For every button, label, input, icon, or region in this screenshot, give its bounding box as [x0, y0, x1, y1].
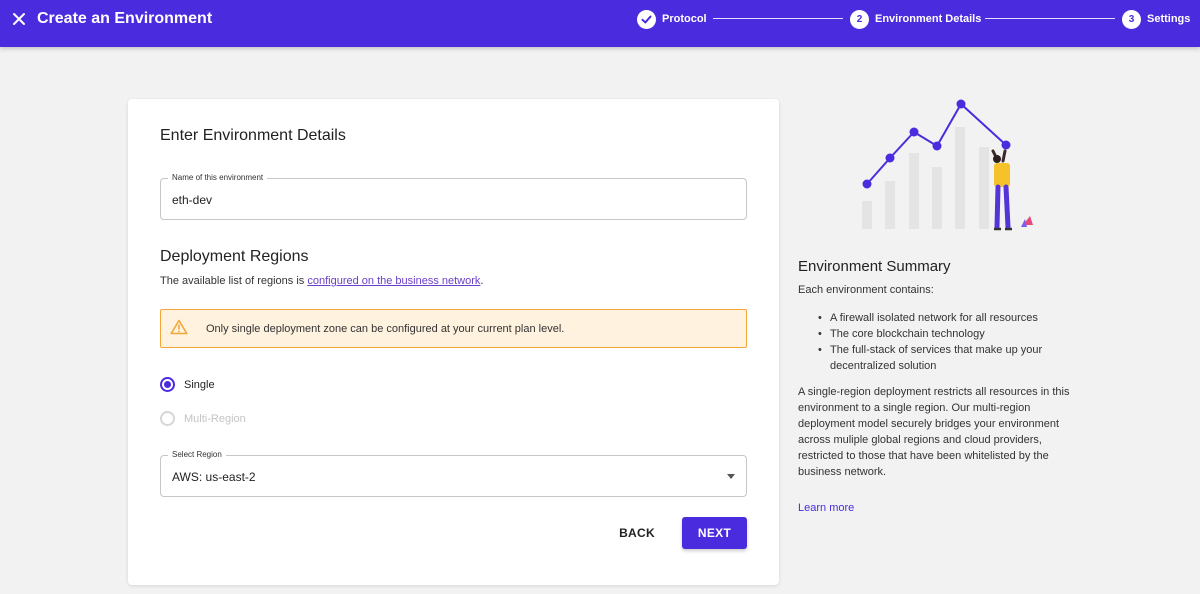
- business-network-link[interactable]: configured on the business network: [307, 275, 480, 287]
- radio-unselected-icon: [160, 411, 175, 426]
- close-button[interactable]: [8, 8, 30, 30]
- region-select[interactable]: Select Region AWS: us-east-2: [160, 449, 747, 497]
- region-select-value: AWS: us-east-2: [172, 470, 256, 484]
- regions-description: The available list of regions is configu…: [160, 275, 483, 287]
- step-label: Protocol: [662, 13, 707, 25]
- page-title: Create an Environment: [37, 10, 213, 27]
- next-button[interactable]: NEXT: [682, 517, 747, 549]
- list-item: The full-stack of services that make up …: [818, 342, 1078, 374]
- learn-more-link[interactable]: Learn more: [798, 502, 854, 514]
- back-button[interactable]: BACK: [612, 517, 662, 549]
- top-app-bar: Create an Environment Protocol 2 Environ…: [0, 0, 1200, 47]
- regions-title: Deployment Regions: [160, 248, 309, 265]
- close-icon: [13, 13, 25, 25]
- field-label: Name of this environment: [168, 172, 268, 184]
- step-environment-details[interactable]: 2 Environment Details: [850, 9, 981, 29]
- radio-label: Single: [184, 378, 215, 391]
- warning-icon: [170, 319, 188, 335]
- radio-single[interactable]: Single: [160, 377, 215, 392]
- radio-selected-icon: [160, 377, 175, 392]
- growth-chart-illustration: [862, 99, 1033, 231]
- step-settings[interactable]: 3 Settings: [1122, 9, 1190, 29]
- list-item: A firewall isolated network for all reso…: [818, 310, 1078, 326]
- stepper-connector: [713, 18, 843, 19]
- step-number: 2: [850, 9, 869, 29]
- regions-desc-text: The available list of regions is: [160, 275, 308, 287]
- environment-name-field[interactable]: Name of this environment eth-dev: [160, 172, 747, 220]
- stepper-connector: [985, 18, 1115, 19]
- radio-multi-region[interactable]: Multi-Region: [160, 411, 246, 426]
- field-label: Select Region: [168, 449, 226, 461]
- plan-warning-banner: Only single deployment zone can be confi…: [160, 309, 747, 348]
- step-protocol[interactable]: Protocol: [637, 9, 707, 29]
- step-number: 3: [1122, 9, 1141, 29]
- warning-text: Only single deployment zone can be confi…: [206, 323, 565, 335]
- summary-paragraph: A single-region deployment restricts all…: [798, 386, 1070, 478]
- list-item: The core blockchain technology: [818, 326, 1078, 342]
- check-icon: [637, 9, 656, 29]
- summary-subtitle: Each environment contains:: [798, 284, 934, 296]
- summary-bullets: A firewall isolated network for all reso…: [818, 310, 1078, 374]
- chevron-down-icon[interactable]: [727, 474, 735, 479]
- summary-title: Environment Summary: [798, 258, 951, 275]
- form-title: Enter Environment Details: [160, 127, 346, 144]
- environment-details-card: Enter Environment Details Name of this e…: [128, 99, 779, 585]
- radio-label: Multi-Region: [184, 412, 246, 425]
- regions-desc-suffix: .: [480, 275, 484, 287]
- step-label: Environment Details: [875, 13, 982, 25]
- step-label: Settings: [1147, 13, 1191, 25]
- environment-name-input[interactable]: eth-dev: [172, 193, 212, 207]
